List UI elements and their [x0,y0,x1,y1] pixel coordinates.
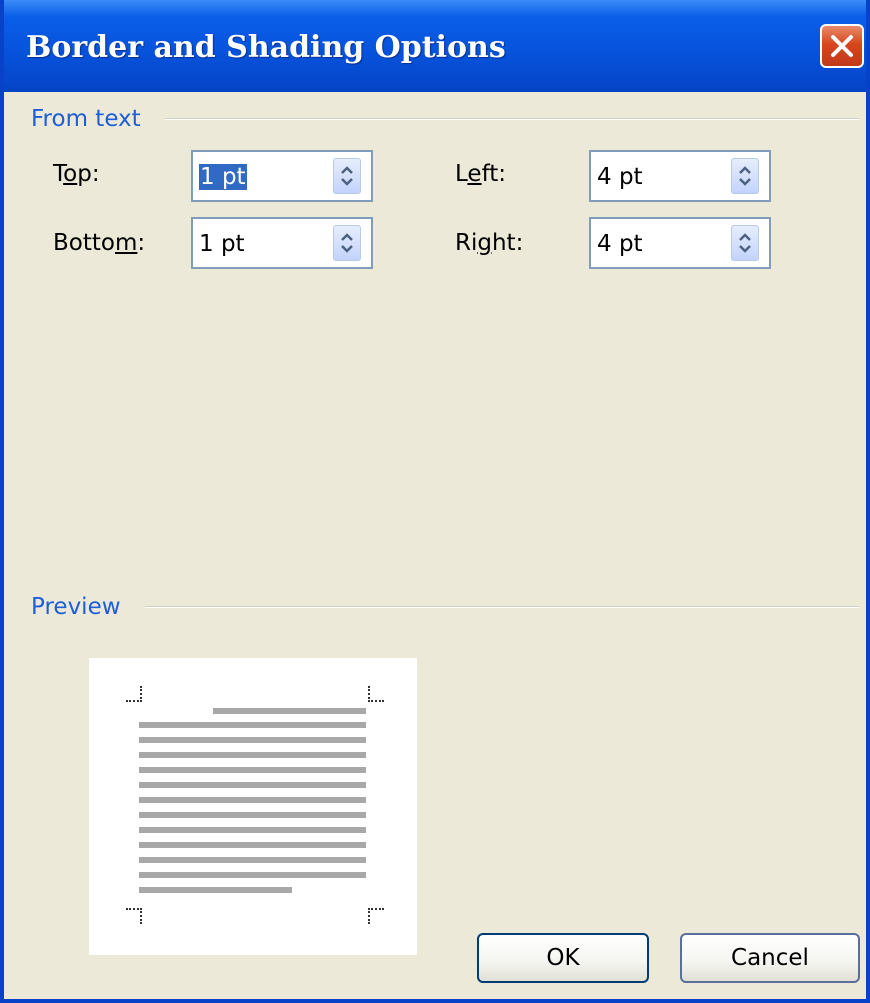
top-input[interactable]: 1 pt [199,164,247,190]
close-icon [831,35,853,57]
from-text-group-label: From text [31,106,141,132]
up-down-arrow-icon [739,233,751,253]
top-spin-buttons[interactable] [333,158,361,194]
preview-text-line [139,752,366,758]
preview-text-line [139,767,366,773]
up-down-arrow-icon [341,233,353,253]
left-input[interactable]: 4 pt [597,164,643,190]
left-label: Left: [455,161,507,187]
title-bar[interactable]: Border and Shading Options [4,0,866,92]
left-spinner[interactable]: 4 pt [589,150,771,202]
right-spinner[interactable]: 4 pt [589,217,771,269]
preview-text-line [139,827,366,833]
preview-group-label: Preview [31,594,121,620]
corner-mark-top-left [126,686,142,702]
top-spinner[interactable]: 1 pt [191,150,373,202]
up-down-arrow-icon [739,166,751,186]
left-spin-buttons[interactable] [731,158,759,194]
preview-page [89,658,417,955]
preview-text-line [139,722,366,728]
preview-text-line [139,887,292,893]
bottom-input[interactable]: 1 pt [199,231,245,257]
close-button[interactable] [820,24,864,68]
preview-text-line [139,812,366,818]
cancel-button[interactable]: Cancel [680,933,860,983]
preview-text-line [139,842,366,848]
preview-group-divider [145,606,859,608]
bottom-label: Bottom: [53,230,146,256]
right-label: Right: [455,230,524,256]
right-spin-buttons[interactable] [731,225,759,261]
corner-mark-top-right [368,686,384,702]
preview-text-line [213,708,366,714]
preview-text-line [139,872,366,878]
preview-text-line [139,737,366,743]
corner-mark-bottom-left [126,908,142,924]
preview-text-line [139,857,366,863]
ok-button[interactable]: OK [477,933,649,983]
bottom-spin-buttons[interactable] [333,225,361,261]
preview-text-line [139,782,366,788]
bottom-spinner[interactable]: 1 pt [191,217,373,269]
up-down-arrow-icon [341,166,353,186]
dialog-window: Border and Shading Options From text Top… [0,0,870,1003]
dialog-title: Border and Shading Options [26,30,506,65]
right-input[interactable]: 4 pt [597,231,643,257]
corner-mark-bottom-right [368,908,384,924]
from-text-group-divider [165,118,859,120]
preview-text-line [139,797,366,803]
top-label: Top: [53,161,100,187]
